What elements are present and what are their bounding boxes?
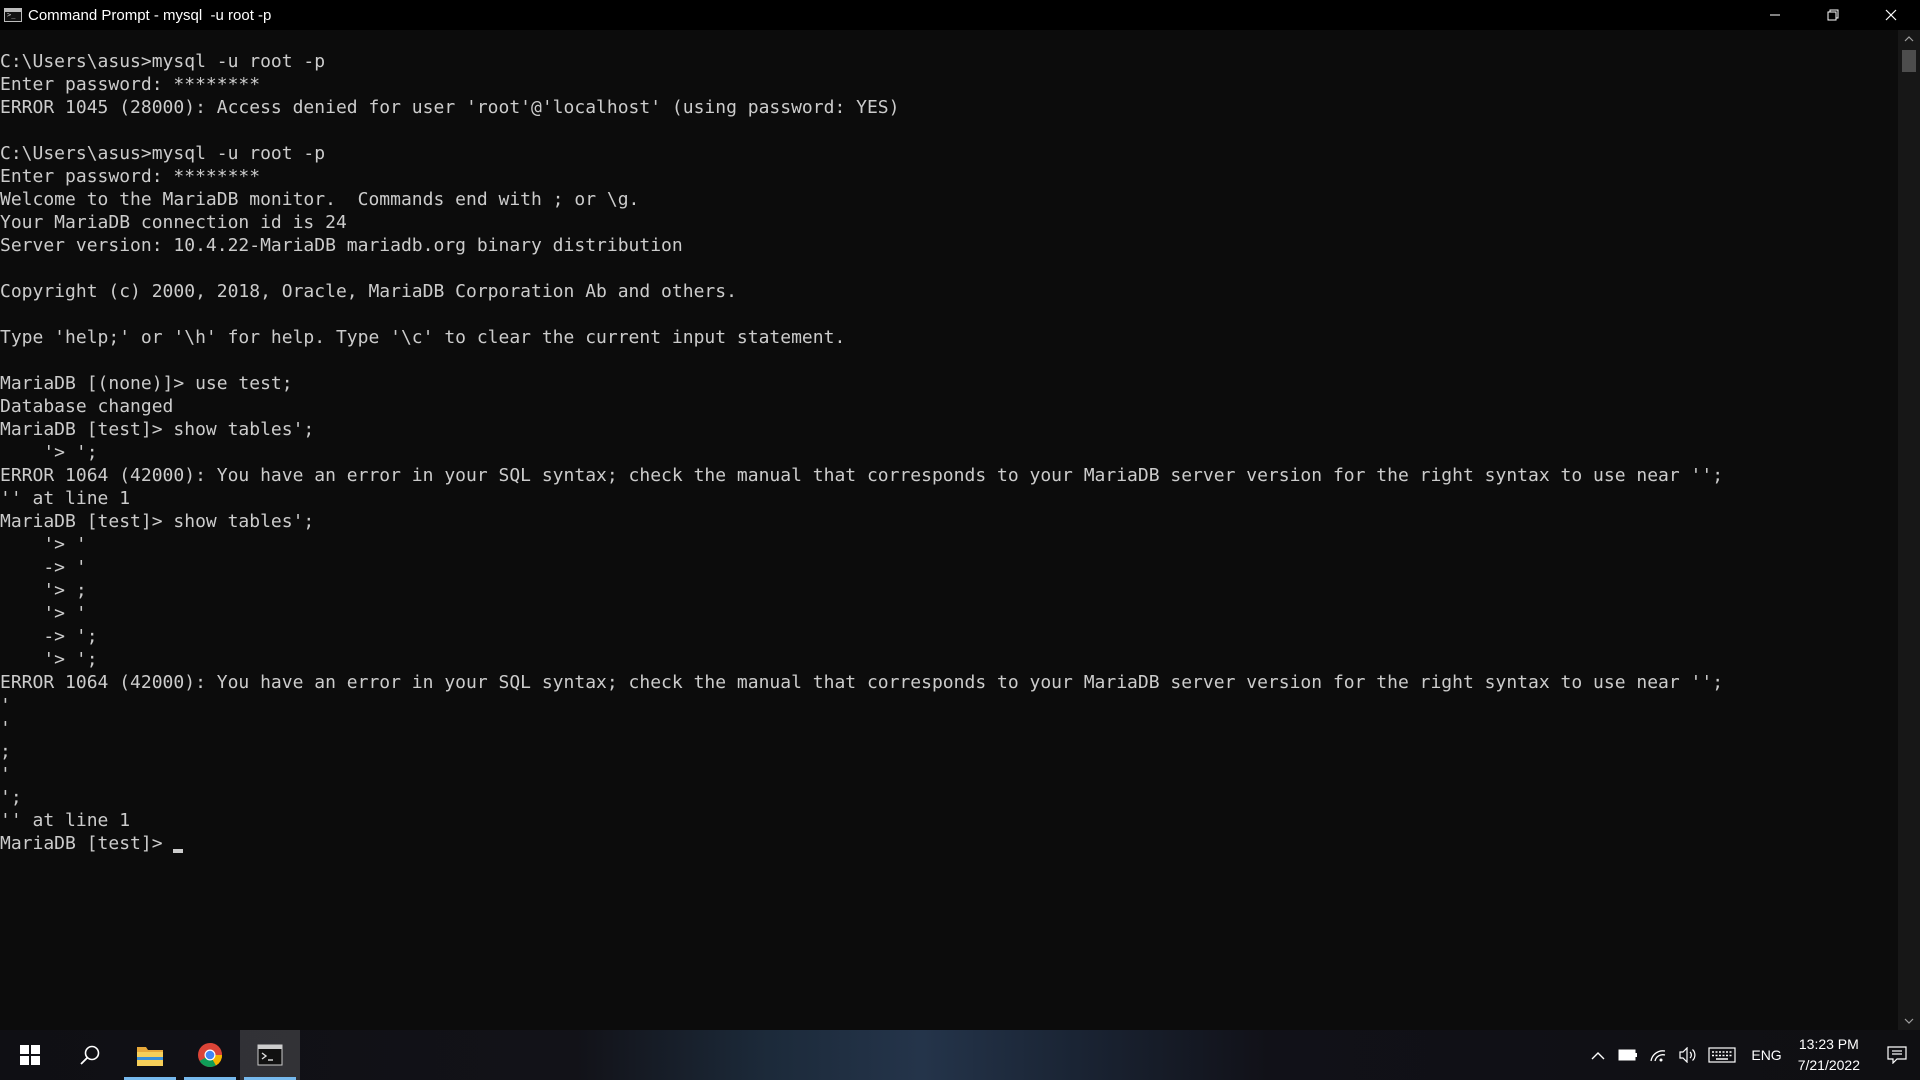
touch-keyboard-button[interactable] xyxy=(1704,1030,1740,1080)
taskbar: ENG 13:23 PM 7/21/2022 xyxy=(0,1030,1920,1080)
console-text: C:\Users\asus>mysql -u root -p Enter pas… xyxy=(0,30,1898,855)
windows-start-icon xyxy=(20,1045,40,1065)
scroll-down-button[interactable] xyxy=(1898,1012,1920,1030)
input-language[interactable]: ENG xyxy=(1751,1047,1781,1063)
command-prompt-icon xyxy=(4,8,22,22)
notification-icon xyxy=(1887,1046,1907,1064)
minimize-icon xyxy=(1770,14,1780,16)
text-cursor xyxy=(172,849,183,853)
taskbar-app-file-explorer[interactable] xyxy=(120,1030,180,1080)
window-title: Command Prompt - mysql -u root -p xyxy=(28,6,272,24)
title-bar[interactable]: Command Prompt - mysql -u root -p xyxy=(0,0,1920,30)
show-hidden-icons-button[interactable] xyxy=(1584,1030,1612,1080)
keyboard-icon xyxy=(1708,1047,1736,1063)
console-history: C:\Users\asus>mysql -u root -p Enter pas… xyxy=(0,51,1724,831)
command-prompt-window: Command Prompt - mysql -u root -p C:\Use… xyxy=(0,0,1920,1030)
close-button[interactable] xyxy=(1862,0,1920,30)
system-tray: ENG 13:23 PM 7/21/2022 xyxy=(1583,1030,1920,1080)
minimize-button[interactable] xyxy=(1746,0,1804,30)
vertical-scrollbar[interactable] xyxy=(1898,30,1920,1030)
battery-icon xyxy=(1618,1049,1638,1061)
taskbar-app-chrome[interactable] xyxy=(180,1030,240,1080)
volume-button[interactable] xyxy=(1674,1030,1702,1080)
chevron-up-icon xyxy=(1904,36,1914,42)
clock-time: 13:23 PM xyxy=(1798,1036,1859,1052)
action-center-button[interactable] xyxy=(1874,1030,1920,1080)
battery-button[interactable] xyxy=(1614,1030,1642,1080)
command-prompt-icon xyxy=(257,1044,283,1066)
start-button[interactable] xyxy=(0,1030,60,1080)
search-icon xyxy=(80,1045,100,1065)
window-controls xyxy=(1746,0,1920,30)
restore-button[interactable] xyxy=(1804,0,1862,30)
search-button[interactable] xyxy=(60,1030,120,1080)
chevron-down-icon xyxy=(1904,1018,1914,1024)
network-button[interactable] xyxy=(1644,1030,1672,1080)
chrome-icon xyxy=(198,1043,222,1068)
file-explorer-icon xyxy=(137,1047,163,1066)
scroll-thumb[interactable] xyxy=(1902,50,1916,72)
chevron-up-icon xyxy=(1591,1051,1605,1059)
clock[interactable]: 13:23 PM 7/21/2022 xyxy=(1798,1034,1860,1076)
wifi-icon xyxy=(1650,1050,1666,1062)
volume-icon xyxy=(1679,1047,1696,1063)
console-prompt: MariaDB [test]> xyxy=(0,833,163,854)
console-output[interactable]: C:\Users\asus>mysql -u root -p Enter pas… xyxy=(0,30,1898,1030)
taskbar-app-command-prompt[interactable] xyxy=(240,1030,300,1080)
restore-icon xyxy=(1827,9,1839,21)
scroll-up-button[interactable] xyxy=(1898,30,1920,48)
close-icon xyxy=(1885,9,1897,21)
clock-date: 7/21/2022 xyxy=(1797,1057,1860,1073)
